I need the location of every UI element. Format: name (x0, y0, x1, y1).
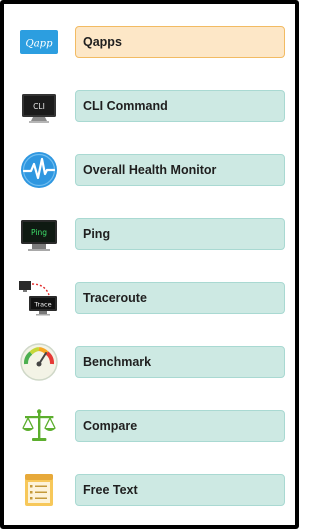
qapp-icon: Qapp (19, 22, 59, 62)
ping-monitor-icon: Ping (19, 214, 59, 254)
cli-monitor-icon: CLI (19, 86, 59, 126)
traceroute-button[interactable]: Traceroute (75, 282, 285, 314)
compare-button[interactable]: Compare (75, 410, 285, 442)
svg-text:Qapp: Qapp (26, 39, 54, 50)
menu-row-qapps: Qapp Qapps (8, 10, 295, 74)
scales-icon (19, 406, 59, 446)
overall-health-monitor-button[interactable]: Overall Health Monitor (75, 154, 285, 186)
menu-row-overall-health-monitor: Overall Health Monitor (8, 138, 295, 202)
ping-button[interactable]: Ping (75, 218, 285, 250)
benchmark-button[interactable]: Benchmark (75, 346, 285, 378)
svg-text:Ping: Ping (31, 228, 47, 237)
tool-panel: Qapp Qapps CLI CLI Command Overall Healt… (0, 0, 299, 529)
traceroute-icon: Trace (19, 278, 59, 318)
menu-row-free-text: Free Text (8, 458, 295, 522)
menu-row-ping: Ping Ping (8, 202, 295, 266)
svg-text:Trace: Trace (33, 301, 51, 309)
qapps-button[interactable]: Qapps (75, 26, 285, 58)
menu-row-benchmark: Benchmark (8, 330, 295, 394)
menu-row-compare: Compare (8, 394, 295, 458)
gauge-icon (19, 342, 59, 382)
svg-text:CLI: CLI (33, 102, 45, 111)
free-text-button[interactable]: Free Text (75, 474, 285, 506)
health-monitor-icon (19, 150, 59, 190)
menu-row-traceroute: Trace Traceroute (8, 266, 295, 330)
menu-row-cli-command: CLI CLI Command (8, 74, 295, 138)
notepad-icon (19, 470, 59, 510)
cli-command-button[interactable]: CLI Command (75, 90, 285, 122)
